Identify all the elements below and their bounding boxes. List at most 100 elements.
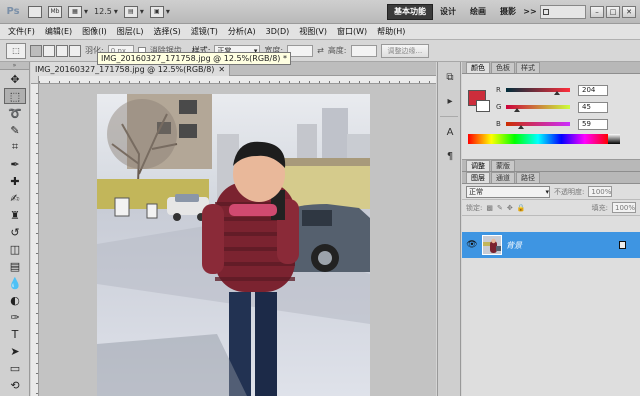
close-icon[interactable]: ✕ [218,65,225,74]
actions-panel-icon[interactable]: ▸ [441,92,459,110]
menu-analysis[interactable]: 分析(A) [228,26,256,37]
red-slider[interactable] [506,88,570,95]
blur-tool-icon[interactable]: 💧 [4,275,26,291]
document-tooltip: IMG_20160327_171758.jpg @ 12.5%(RGB/8) * [97,52,291,65]
arrange-documents-button[interactable]: ▤ ▾ [123,4,144,20]
eraser-tool-icon[interactable]: ◫ [4,241,26,257]
lasso-tool-icon[interactable]: ➰ [4,105,26,121]
document-window: IMG_20160327_171758.jpg @ 12.5%(RGB/8) ✕… [31,52,436,396]
3d-rotate-tool-icon[interactable]: ⟲ [4,377,26,393]
close-button[interactable]: ✕ [622,5,636,18]
blue-slider-knob[interactable] [517,125,524,129]
menu-window[interactable]: 窗口(W) [337,26,367,37]
menu-image[interactable]: 图像(I) [82,26,107,37]
brush-tool-icon[interactable]: ✍ [4,190,26,206]
window-controls: – □ ✕ [590,5,636,18]
red-value-input[interactable]: 204 [578,84,608,96]
swap-icon[interactable]: ⇄ [317,46,324,55]
blend-mode-select[interactable]: 正常 ▾ [466,185,550,198]
new-selection-button[interactable] [30,44,42,57]
green-value-input[interactable]: 45 [578,101,608,113]
tab-swatches[interactable]: 色板 [491,62,515,73]
red-slider-knob[interactable] [554,91,561,95]
maximize-button[interactable]: □ [606,5,620,18]
tab-styles[interactable]: 样式 [516,62,540,73]
menu-3d[interactable]: 3D(D) [266,27,290,36]
quick-selection-tool-icon[interactable]: ✎ [4,122,26,138]
add-to-selection-button[interactable] [43,44,55,57]
eye-icon[interactable]: 👁 [466,239,478,251]
menu-edit[interactable]: 编辑(E) [45,26,72,37]
workspace-photography[interactable]: 摄影 [493,4,523,20]
menu-filter[interactable]: 滤镜(T) [191,26,218,37]
gradient-tool-icon[interactable]: ▤ [4,258,26,274]
chevron-down-icon: ▾ [545,187,549,196]
green-slider-knob[interactable] [514,108,521,112]
selection-mode-buttons [30,44,81,57]
workspace-painting[interactable]: 绘画 [463,4,493,20]
tab-adjustments[interactable]: 调整 [466,160,490,171]
lock-position-icon[interactable]: ✥ [507,204,513,212]
menu-select[interactable]: 选择(S) [153,26,180,37]
layer-row-background[interactable]: 👁 背景 [462,232,640,258]
tab-layers[interactable]: 图层 [466,172,490,183]
lock-transparency-icon[interactable]: ▩ [486,204,493,212]
fill-input[interactable]: 100% [612,202,636,213]
type-tool-icon[interactable]: T [4,326,26,342]
more-workspaces-button[interactable]: >> [523,4,537,20]
blue-value-input[interactable]: 59 [578,118,608,130]
workspace-design[interactable]: 设计 [433,4,463,20]
history-panel-icon[interactable]: ⧉ [441,68,459,86]
black-white-ramp[interactable] [608,134,620,144]
history-brush-tool-icon[interactable]: ↺ [4,224,26,240]
shape-tool-icon[interactable]: ▭ [4,360,26,376]
layer-name[interactable]: 背景 [506,240,522,251]
healing-brush-tool-icon[interactable]: ✚ [4,173,26,189]
bridge-button[interactable] [28,4,42,20]
width-input[interactable] [287,44,314,57]
screen-mode-button[interactable]: ▣ ▾ [149,4,170,20]
tab-channels[interactable]: 通道 [491,172,515,183]
subtract-selection-button[interactable] [56,44,68,57]
tab-masks[interactable]: 蒙版 [491,160,515,171]
zoom-level-dropdown[interactable]: 12.5 ▾ [94,4,118,20]
clone-stamp-tool-icon[interactable]: ♜ [4,207,26,223]
cs-live-button[interactable] [540,4,586,19]
character-panel-icon[interactable]: A [441,123,459,141]
crop-tool-icon[interactable]: ⌗ [4,139,26,155]
minimize-button[interactable]: – [590,5,604,18]
lock-all-icon[interactable]: 🔒 [517,204,526,212]
menu-layer[interactable]: 图层(L) [117,26,144,37]
horizontal-ruler[interactable] [39,76,436,84]
refine-edge-button[interactable]: 调整边缘... [380,43,430,58]
ruler-origin[interactable] [31,76,39,84]
height-label: 高度: [327,46,347,55]
pen-tool-icon[interactable]: ✑ [4,309,26,325]
canvas-image[interactable] [97,94,370,396]
color-spectrum-bar[interactable] [468,134,608,144]
blue-slider[interactable] [506,122,570,129]
path-selection-tool-icon[interactable]: ➤ [4,343,26,359]
eyedropper-tool-icon[interactable]: ✒ [4,156,26,172]
vertical-ruler[interactable] [31,84,39,396]
lock-pixels-icon[interactable]: ✎ [497,204,503,212]
green-slider[interactable] [506,105,570,112]
mini-bridge-button[interactable]: Mb [48,4,62,20]
opacity-input[interactable]: 100% [588,186,613,197]
tools-collapse-grip[interactable]: » [0,62,29,70]
rectangular-marquee-tool-icon[interactable]: ⬚ [4,88,26,104]
tool-preset-picker[interactable]: ⬚ [6,42,26,59]
move-tool-icon[interactable]: ✥ [4,71,26,87]
height-input[interactable] [350,44,377,57]
tab-color[interactable]: 颜色 [466,62,490,73]
workspace-essentials[interactable]: 基本功能 [387,3,433,20]
dodge-tool-icon[interactable]: ◐ [4,292,26,308]
intersect-selection-button[interactable] [69,44,81,57]
menu-view[interactable]: 视图(V) [299,26,327,37]
menu-help[interactable]: 帮助(H) [377,26,405,37]
view-extras-button[interactable]: ▦ ▾ [68,4,88,20]
paragraph-panel-icon[interactable]: ¶ [441,147,459,165]
background-color-swatch[interactable] [476,100,490,112]
tab-paths[interactable]: 路径 [516,172,540,183]
menu-file[interactable]: 文件(F) [8,26,35,37]
